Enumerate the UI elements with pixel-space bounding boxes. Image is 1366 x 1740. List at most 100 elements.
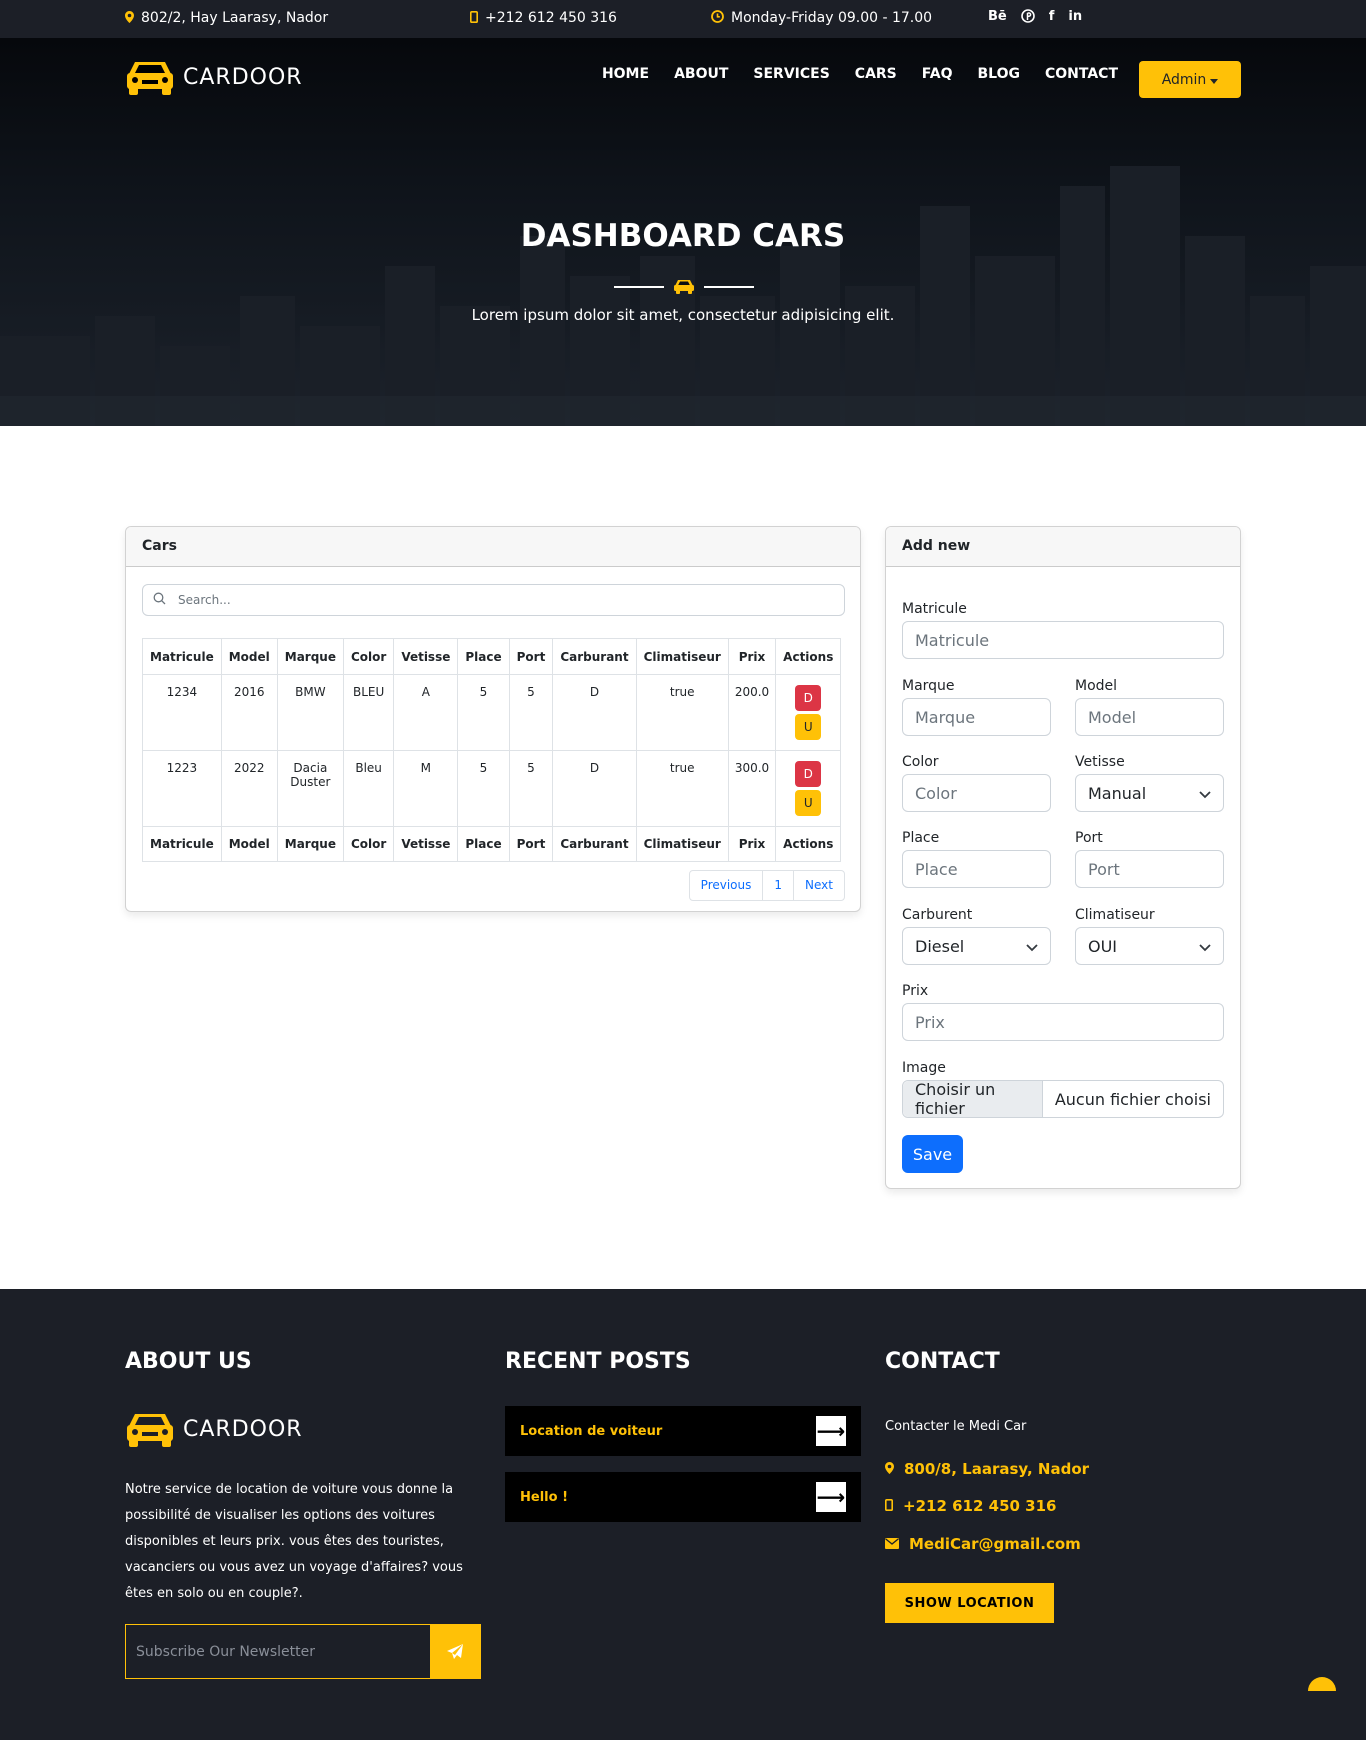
pagination: Previous 1 Next (688, 870, 845, 901)
newsletter-submit-button[interactable] (430, 1625, 480, 1678)
marque-input[interactable]: Marque (902, 698, 1051, 736)
cell-model: 2022 (220, 750, 278, 827)
facebook-icon[interactable]: f (1049, 9, 1055, 27)
carburent-select[interactable]: Diesel (902, 927, 1051, 965)
brand-logo[interactable]: CARDOOR (125, 58, 303, 96)
page-subtitle: Lorem ipsum dolor sit amet, consectetur … (471, 306, 895, 324)
pagination-next[interactable]: Next (793, 871, 844, 900)
cell-prix: 300.0 (727, 750, 777, 827)
cell-actions: D U (775, 674, 842, 751)
file-status: Aucun fichier choisi (1054, 1089, 1211, 1109)
cell-vetisse: M (393, 750, 459, 827)
cell-port: 5 (508, 674, 554, 751)
table-row: 1234 2016 BMW BLEU A 5 5 D true 200.0 D … (142, 674, 842, 751)
show-location-button[interactable]: SHOW LOCATION (885, 1583, 1054, 1623)
delete-button[interactable]: D (795, 685, 822, 711)
column-footer: Carburant (552, 826, 637, 862)
recent-post-item[interactable]: Location de voiteur ⟶ (505, 1406, 861, 1456)
carburent-value: Diesel (915, 936, 965, 956)
search-input[interactable]: Search... (142, 584, 845, 616)
address-text: 802/2, Hay Laarasy, Nador (141, 10, 329, 26)
delete-button[interactable]: D (795, 761, 822, 787)
cell-marque: Dacia Duster (276, 750, 344, 827)
table-footer-row: Matricule Model Marque Color Vetisse Pla… (142, 826, 842, 862)
nav-faq[interactable]: FAQ (922, 66, 953, 82)
prix-input[interactable]: Prix (902, 1003, 1224, 1041)
footer-brand-logo[interactable]: CARDOOR (125, 1410, 303, 1448)
newsletter-input[interactable]: Subscribe Our Newsletter (126, 1625, 430, 1678)
marque-label: Marque (902, 678, 955, 694)
cell-carburant: D (552, 750, 637, 827)
cell-model: 2016 (220, 674, 278, 751)
model-input[interactable]: Model (1075, 698, 1224, 736)
contact-email-text: MediCar@gmail.com (909, 1535, 1081, 1553)
update-button[interactable]: U (795, 714, 822, 740)
title-divider (614, 277, 754, 297)
admin-dropdown-button[interactable]: Admin (1139, 61, 1241, 98)
nav-cars[interactable]: CARS (855, 66, 897, 82)
top-info-bar: 802/2, Hay Laarasy, Nador +212 612 450 3… (0, 0, 1366, 38)
image-file-input[interactable]: Choisir un fichier Aucun fichier choisi (902, 1080, 1224, 1118)
car-logo-icon (127, 1414, 173, 1447)
contact-email[interactable]: MediCar@gmail.com (885, 1535, 1081, 1553)
column-footer: Prix (727, 826, 777, 862)
behance-icon[interactable]: Bē (988, 9, 1007, 27)
vetisse-value: Manual (1088, 783, 1147, 803)
nav-home[interactable]: HOME (602, 66, 649, 82)
column-header[interactable]: Model (220, 638, 278, 675)
cell-matricule: 1223 (142, 750, 222, 827)
cell-carburant: D (552, 674, 637, 751)
nav-blog[interactable]: BLOG (977, 66, 1020, 82)
column-footer: Climatiseur (635, 826, 729, 862)
nav-about[interactable]: ABOUT (674, 66, 728, 82)
matricule-label: Matricule (902, 601, 967, 617)
cars-card: Cars Search... Matricule Model Marque Co… (125, 526, 861, 912)
admin-label: Admin (1161, 71, 1207, 88)
port-label: Port (1075, 830, 1103, 846)
choose-file-button[interactable]: Choisir un fichier (903, 1080, 1043, 1118)
site-footer: ABOUT US CARDOOR Notre service de locati… (0, 1289, 1366, 1740)
matricule-input[interactable]: Matricule (902, 621, 1224, 659)
column-header[interactable]: Climatiseur (635, 638, 729, 675)
cars-card-title: Cars (126, 527, 860, 567)
color-label: Color (902, 754, 939, 770)
hours-info: Monday-Friday 09.00 - 17.00 (711, 10, 932, 26)
table-header-row: Matricule Model Marque Color Vetisse Pla… (142, 638, 842, 675)
column-header[interactable]: Color (342, 638, 395, 675)
nav-contact[interactable]: CONTACT (1045, 66, 1118, 82)
column-header[interactable]: Marque (276, 638, 344, 675)
add-card-title: Add new (886, 527, 1240, 567)
column-header[interactable]: Carburant (552, 638, 637, 675)
contact-address-text: 800/8, Laarasy, Nador (904, 1460, 1090, 1478)
arrow-right-icon: ⟶ (816, 1416, 846, 1446)
vetisse-label: Vetisse (1075, 754, 1125, 770)
phone-info: +212 612 450 316 (470, 10, 617, 26)
column-header[interactable]: Matricule (142, 638, 222, 675)
update-button[interactable]: U (795, 790, 822, 816)
column-header[interactable]: Prix (727, 638, 777, 675)
pagination-page-1[interactable]: 1 (762, 871, 793, 900)
column-header[interactable]: Vetisse (393, 638, 459, 675)
place-input[interactable]: Place (902, 850, 1051, 888)
hero-banner: CARDOOR HOME ABOUT SERVICES CARS FAQ BLO… (0, 38, 1366, 426)
map-pin-icon (125, 10, 134, 26)
pagination-previous[interactable]: Previous (690, 871, 763, 900)
linkedin-icon[interactable]: in (1068, 9, 1082, 27)
column-footer: Marque (276, 826, 344, 862)
save-button[interactable]: Save (902, 1135, 963, 1173)
column-footer: Port (508, 826, 554, 862)
pinterest-icon[interactable] (1020, 9, 1035, 27)
recent-post-item[interactable]: Hello ! ⟶ (505, 1472, 861, 1522)
model-label: Model (1075, 678, 1118, 694)
port-input[interactable]: Port (1075, 850, 1224, 888)
footer-brand-name: CARDOOR (183, 1416, 303, 1442)
column-header[interactable]: Port (508, 638, 554, 675)
map-pin-icon (885, 1460, 894, 1478)
vetisse-select[interactable]: Manual (1075, 774, 1224, 812)
nav-services[interactable]: SERVICES (753, 66, 829, 82)
climatiseur-select[interactable]: OUI (1075, 927, 1224, 965)
chevron-down-icon (1199, 784, 1211, 803)
color-input[interactable]: Color (902, 774, 1051, 812)
column-footer: Place (457, 826, 510, 862)
column-header[interactable]: Place (457, 638, 510, 675)
